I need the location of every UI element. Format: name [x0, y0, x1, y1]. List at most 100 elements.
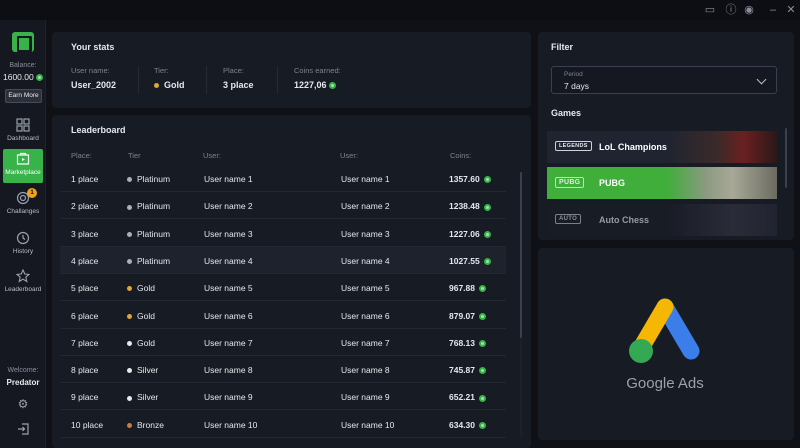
games-scrollbar-thumb[interactable] — [785, 128, 787, 188]
tier-dot — [154, 83, 159, 89]
row-coins: 1027.55 — [449, 256, 491, 266]
period-select[interactable]: Period 7 days — [551, 66, 777, 94]
column-header-place: Place: — [71, 151, 92, 160]
column-header-tier: Tier — [128, 151, 141, 160]
row-tier: Gold — [127, 283, 155, 293]
tier-text: Platinum — [137, 201, 171, 212]
nav-dashboard[interactable]: Dashboard — [3, 115, 43, 149]
coins-value: 1227,06 — [294, 80, 337, 90]
row-place: 2 place — [71, 201, 99, 212]
row-user: User name 10 — [341, 419, 395, 430]
row-user: User name 3 — [341, 228, 390, 239]
discord-icon[interactable]: ◉ — [742, 3, 756, 17]
table-row[interactable]: 6 place Gold User name 6 User name 6 879.07 — [60, 302, 506, 329]
gamepad-icon[interactable]: ▭ — [703, 3, 717, 17]
coin-icon — [483, 203, 491, 211]
settings-icon[interactable]: ⚙ — [16, 397, 30, 411]
coin-icon — [483, 176, 491, 184]
table-row[interactable]: 9 place Silver User name 9 User name 9 652.2… — [60, 383, 506, 411]
row-place: 4 place — [71, 255, 99, 266]
tier-dot — [127, 368, 132, 374]
row-place: 3 place — [71, 228, 99, 239]
leaderboard-title: Leaderboard — [71, 125, 126, 135]
column-header-coins: Coins: — [450, 151, 472, 160]
coins-label: Coins earned: — [294, 66, 341, 75]
stat-divider — [138, 66, 139, 94]
app-logo-icon[interactable] — [12, 32, 34, 52]
game-name: Auto Chess — [599, 215, 650, 225]
tier-dot — [127, 177, 132, 183]
row-user: User name 5 — [341, 283, 390, 294]
row-coins: 1357.60 — [449, 174, 491, 184]
logout-icon[interactable] — [16, 422, 30, 436]
row-user: User name 8 — [204, 365, 253, 376]
row-user: User name 6 — [341, 310, 390, 321]
nav-label: History — [12, 248, 34, 255]
pubg-logo-icon: PUBG — [555, 177, 585, 188]
column-header-user: User: — [340, 151, 358, 160]
tier-text: Silver — [137, 392, 159, 403]
leaderboard-scrollbar-thumb[interactable] — [520, 172, 522, 338]
table-row[interactable]: 10 place Bronze User name 10 User name 10 63… — [60, 411, 506, 438]
row-place: 7 place — [71, 337, 99, 348]
welcome-label: Welcome: — [7, 367, 39, 374]
tier-text: Platinum — [137, 174, 171, 184]
row-tier: Silver — [127, 365, 158, 375]
nav-label: Leaderboard — [4, 286, 42, 293]
table-row[interactable]: 4 place Platinum User name 4 User name 4 102… — [60, 246, 506, 274]
info-icon[interactable]: ⓘ — [724, 3, 738, 17]
coin-icon — [36, 74, 44, 82]
row-user: User name 6 — [204, 310, 253, 321]
close-icon[interactable]: ✕ — [784, 3, 798, 17]
challenges-badge: 1 — [27, 188, 37, 198]
row-tier: Platinum — [127, 256, 170, 266]
nav-history[interactable]: History — [3, 228, 43, 262]
row-user: User name 1 — [341, 174, 390, 184]
game-item-lol[interactable]: LEGENDS LoL Championship — [547, 131, 777, 163]
game-item-auto-chess[interactable]: AUTO Auto Chess — [547, 204, 777, 236]
coins-amount: 1027.55 — [449, 255, 480, 266]
table-row[interactable]: 8 place Silver User name 8 User name 8 745.8… — [60, 356, 506, 384]
coin-icon — [479, 285, 486, 293]
stats-title: Your stats — [71, 42, 115, 52]
coins-amount: 879.07 — [449, 310, 475, 321]
games-title: Games — [551, 108, 582, 118]
table-row[interactable]: 1 place Platinum User name 1 User name 1 135… — [60, 165, 506, 192]
table-row[interactable]: 7 place Gold User name 7 User name 7 768.13 — [60, 329, 506, 356]
row-user: User name 5 — [204, 283, 253, 294]
row-coins: 1238.48 — [449, 201, 491, 211]
table-row[interactable]: 3 place Platinum User name 3 User name 3 122… — [60, 220, 506, 247]
table-row[interactable]: 5 place Gold User name 5 User name 5 967.88 — [60, 274, 506, 302]
coins-amount: 1357.60 — [449, 174, 480, 184]
minimize-icon[interactable]: – — [766, 3, 780, 17]
tier-dot — [127, 422, 132, 428]
lol-logo-icon: LEGENDS — [555, 141, 592, 151]
tier-dot — [127, 341, 132, 347]
row-user: User name 4 — [341, 255, 390, 266]
tier-text: Silver — [137, 365, 159, 376]
tier-value: Gold — [154, 80, 185, 90]
title-bar: ▭ ⓘ ◉ – ✕ — [0, 0, 800, 20]
row-place: 9 place — [71, 392, 99, 403]
auto-chess-logo-icon: AUTO — [555, 214, 582, 224]
nav-label: Challanges — [6, 208, 40, 215]
table-row[interactable]: 2 place Platinum User name 2 User name 2 123… — [60, 192, 506, 220]
nav-marketplace[interactable]: Marketplace — [3, 149, 43, 183]
tier-dot — [127, 259, 132, 265]
nav-label: Dashboard — [7, 135, 39, 142]
row-coins: 1227.06 — [449, 229, 491, 239]
row-coins: 967.88 — [449, 283, 486, 293]
coins-amount: 1238.48 — [449, 201, 480, 212]
nav-leaderboard[interactable]: Leaderboard — [3, 266, 43, 300]
place-label: Place: — [223, 66, 244, 75]
row-user: User name 8 — [341, 365, 390, 376]
earn-more-button[interactable]: Earn More — [5, 89, 42, 103]
period-label: Period — [564, 71, 583, 78]
nav-challenges[interactable]: 1 Challanges — [3, 188, 43, 222]
stat-divider — [277, 66, 278, 94]
period-value: 7 days — [564, 81, 590, 91]
coins-amount: 967.88 — [449, 283, 475, 294]
row-user: User name 9 — [204, 392, 253, 403]
game-item-pubg[interactable]: PUBG PUBG — [547, 167, 777, 199]
row-place: 10 place — [71, 419, 104, 430]
